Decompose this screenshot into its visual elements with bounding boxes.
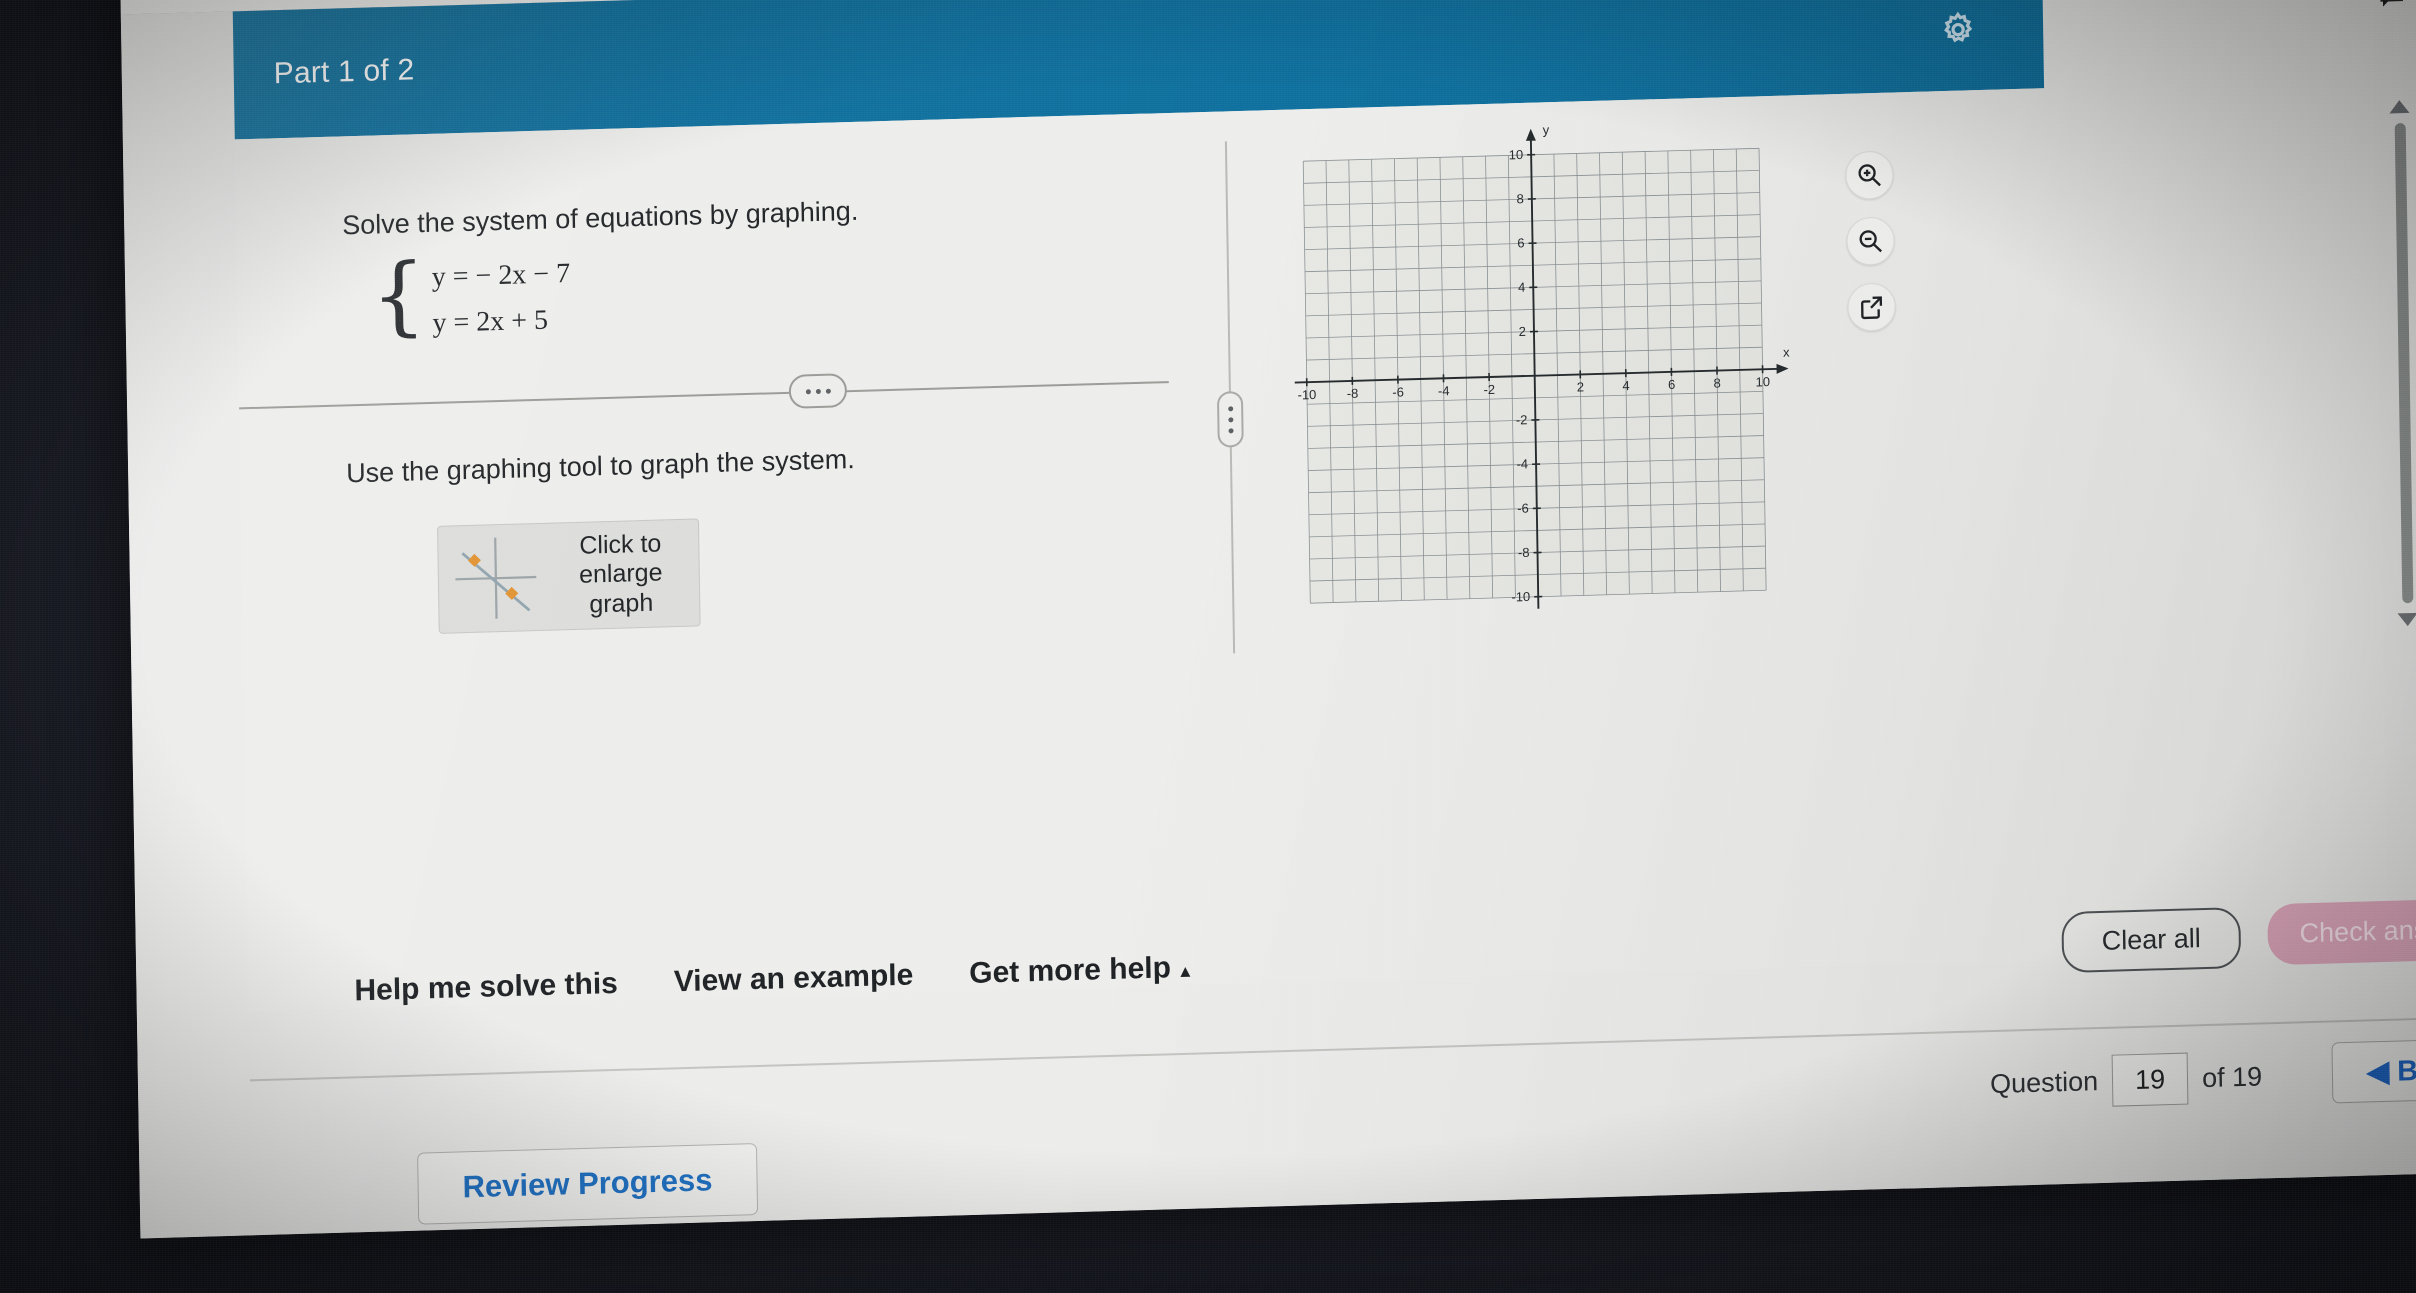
enlarge-line-3: graph <box>589 588 654 619</box>
equation-2: y = 2x + 5 <box>432 304 549 339</box>
svg-text:10: 10 <box>1509 147 1524 162</box>
svg-text:2: 2 <box>1577 379 1584 394</box>
svg-text:-10: -10 <box>1297 387 1316 403</box>
page-content: HONORS-1200320M/34B 4-1: Solving system … <box>119 0 2416 1239</box>
enlarge-line-2: enlarge <box>578 558 663 590</box>
svg-text:10: 10 <box>1755 374 1770 389</box>
gear-icon[interactable] <box>1939 10 1978 49</box>
svg-text:-8: -8 <box>1518 545 1530 560</box>
svg-text:-2: -2 <box>1516 412 1528 427</box>
svg-text:-6: -6 <box>1517 501 1529 516</box>
zoom-in-icon[interactable] <box>1845 150 1894 200</box>
scroll-up-arrow-icon[interactable] <box>2389 99 2410 114</box>
clear-all-button[interactable]: Clear all <box>2061 906 2242 974</box>
svg-text:8: 8 <box>1516 191 1523 206</box>
part-label: Part 1 of 2 <box>273 53 415 91</box>
enlarge-graph-button[interactable]: Click to enlarge graph <box>437 518 701 634</box>
zoom-out-icon[interactable] <box>1846 216 1895 266</box>
vertical-scrollbar[interactable] <box>2384 99 2416 661</box>
get-more-help-label: Get more help <box>968 951 1172 990</box>
question-label: Question <box>1989 1065 2099 1099</box>
exercise-card: Part 1 of 2 Solve the system of equation… <box>232 0 2416 1225</box>
more-options-icon[interactable] <box>788 373 848 409</box>
back-button-label: Back <box>2397 1053 2416 1088</box>
panel-splitter[interactable] <box>1216 141 1244 654</box>
svg-text:-6: -6 <box>1392 384 1404 399</box>
equation-system: { y = − 2x − 7 y = 2x + 5 <box>370 245 571 347</box>
question-total-label: of 19 <box>2201 1060 2263 1093</box>
svg-text:6: 6 <box>1668 377 1675 392</box>
caret-up-icon: ▲ <box>1176 961 1194 982</box>
svg-text:4: 4 <box>1622 378 1629 393</box>
back-button[interactable]: ◀ Back <box>2331 1037 2416 1104</box>
graphing-tool-canvas[interactable]: -10 -8 -6 -4 -2 2 4 6 8 10 -10 -8 -6 -4 -2 2 4 6 8 10 y x <box>1275 117 1803 632</box>
section-divider <box>239 373 1169 410</box>
system-brace: { <box>370 245 427 347</box>
svg-text:-4: -4 <box>1438 383 1450 398</box>
svg-text:x: x <box>1783 345 1790 360</box>
question-number-input[interactable]: 19 <box>2111 1052 2189 1107</box>
enlarge-graph-label: Click to enlarge graph <box>542 528 699 621</box>
mini-graph-icon <box>455 537 537 619</box>
enlarge-line-1: Click to <box>579 529 662 560</box>
equation-1: y = − 2x − 7 <box>431 257 571 293</box>
svg-text:6: 6 <box>1517 235 1524 250</box>
view-an-example-link[interactable]: View an example <box>674 959 914 1000</box>
svg-text:-10: -10 <box>1511 589 1530 605</box>
problem-subprompt: Use the graphing tool to graph the syste… <box>345 443 856 489</box>
help-links-row: Help me solve this View an example Get m… <box>354 951 1194 1009</box>
review-progress-button[interactable]: Review Progress <box>417 1143 758 1225</box>
problem-prompt: Solve the system of equations by graphin… <box>341 195 859 241</box>
svg-text:-8: -8 <box>1347 386 1359 401</box>
question-navigator: Question 19 of 19 <box>1990 1050 2263 1110</box>
comment-icon[interactable] <box>2376 0 2407 13</box>
get-more-help-link[interactable]: Get more help ▲ <box>969 951 1194 991</box>
back-arrow-icon: ◀ <box>2366 1055 2390 1089</box>
scrollbar-thumb[interactable] <box>2394 123 2413 604</box>
device-screen: ...c06d9a0602a0c9123f/details/assignment… <box>119 0 2416 1239</box>
check-answer-button[interactable]: Check answer <box>2267 897 2416 966</box>
svg-text:y: y <box>1543 122 1550 137</box>
svg-text:-4: -4 <box>1516 456 1528 471</box>
open-in-new-window-icon[interactable] <box>1847 282 1896 332</box>
svg-text:8: 8 <box>1713 375 1720 390</box>
svg-text:2: 2 <box>1519 324 1526 339</box>
svg-text:-2: -2 <box>1483 382 1495 397</box>
coordinate-plane[interactable]: -10 -8 -6 -4 -2 2 4 6 8 10 -10 -8 -6 -4 -2 2 4 6 8 10 y x <box>1275 117 1803 632</box>
scroll-down-arrow-icon[interactable] <box>2397 612 2416 627</box>
help-me-solve-this-link[interactable]: Help me solve this <box>354 967 618 1008</box>
splitter-handle[interactable] <box>1216 390 1244 448</box>
problem-body: Solve the system of equations by graphin… <box>234 78 2416 1225</box>
svg-text:4: 4 <box>1518 280 1525 295</box>
